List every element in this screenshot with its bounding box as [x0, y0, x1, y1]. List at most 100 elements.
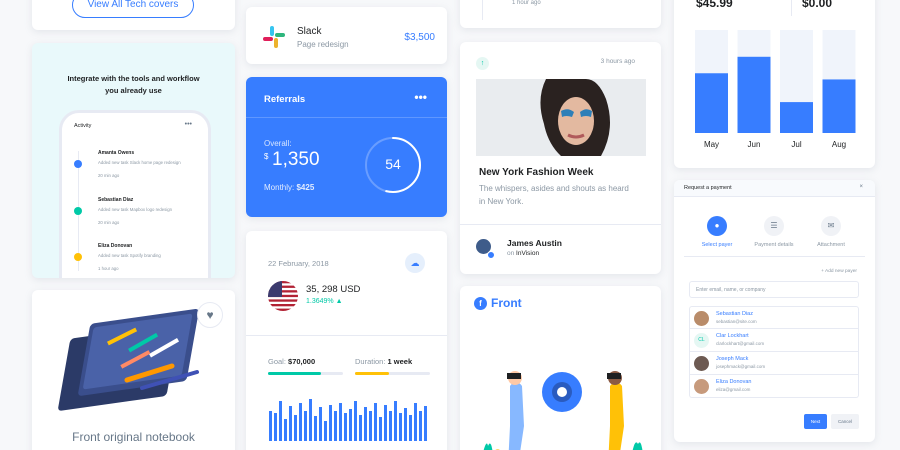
mini-bar — [414, 403, 417, 441]
mini-bar — [394, 401, 397, 441]
integrate-card: Integrate with the tools and workflow yo… — [32, 43, 235, 278]
mini-bar — [384, 405, 387, 441]
slack-amount: $3,500 — [404, 32, 435, 43]
mini-bar — [424, 406, 427, 441]
modal-title: Request a payment — [684, 185, 732, 191]
mini-bar — [349, 409, 352, 441]
author-name[interactable]: James Austin — [507, 238, 562, 248]
avatar — [694, 311, 709, 326]
timeline-dot — [74, 253, 82, 261]
vr-illustration — [483, 371, 643, 450]
payer-search-input[interactable]: Enter email, name, or company — [689, 281, 859, 298]
timeline-dot — [74, 207, 82, 215]
timeline-card-top: 1 hour ago — [460, 0, 661, 28]
duration-label: Duration: 1 week — [355, 357, 413, 366]
step-payment-details[interactable]: ☰ Payment details — [744, 216, 804, 248]
goal-progress-track — [268, 372, 343, 375]
mini-bar — [329, 405, 332, 441]
x-tick-label: Jul — [791, 140, 801, 149]
avatar — [694, 356, 709, 371]
author-platform: on InVision — [507, 250, 540, 257]
payer-row[interactable]: Eliza Donovan eliza@gmail.com — [689, 375, 859, 398]
front-brand-card: f Front — [460, 286, 661, 450]
mini-bar — [304, 411, 307, 441]
slack-name: Slack — [297, 26, 322, 37]
x-tick-label: May — [704, 140, 719, 149]
fashion-article-card[interactable]: ↑ 3 hours ago New York Fashion Week The … — [460, 42, 661, 274]
front-logo-icon: f — [474, 297, 487, 310]
monthly-bar-chart: May Jun Jul Aug — [695, 30, 856, 149]
mini-bar — [299, 403, 302, 441]
mini-bar — [354, 401, 357, 441]
avatar — [694, 379, 709, 394]
mini-bar — [359, 415, 362, 441]
attachment-icon: ✉ — [821, 216, 841, 236]
mini-bar — [344, 413, 347, 441]
mini-bar — [369, 411, 372, 441]
arrow-up-icon: ▲ — [335, 298, 343, 305]
referrals-card: Referrals ••• Overall: $ 1,350 Monthly: … — [246, 77, 447, 217]
slack-card[interactable]: Slack Page redesign $3,500 — [246, 7, 447, 64]
timeline-dot — [74, 160, 82, 168]
step-select-payer[interactable]: ● Select payer — [687, 216, 747, 248]
integrate-title: Integrate with the tools and workflow yo… — [67, 74, 200, 95]
divider — [684, 256, 865, 257]
next-button[interactable]: Next — [804, 414, 827, 429]
phone-mockup: Activity ••• Amanta Owens Added new task… — [59, 110, 211, 278]
notebook-product-card[interactable]: ♥ Front original notebook — [32, 290, 235, 450]
overall-value: 1,350 — [272, 149, 320, 170]
monthly-line: Monthly: $425 — [264, 183, 315, 192]
mini-bar — [284, 419, 287, 441]
verified-badge-icon — [487, 251, 495, 259]
mini-bar — [374, 403, 377, 441]
duration-progress-fill — [355, 372, 389, 375]
mini-bar — [404, 408, 407, 441]
mini-bar — [314, 416, 317, 441]
close-icon[interactable]: × — [859, 184, 863, 190]
ring-value: 54 — [385, 156, 401, 172]
mini-bar — [269, 411, 272, 441]
mini-bar — [364, 407, 367, 441]
currency-card: 22 February, 2018 ☁ 35, 298 USD 1.3649% … — [246, 231, 447, 450]
more-icon: ••• — [184, 121, 192, 128]
divider — [246, 335, 447, 336]
mini-bar — [379, 417, 382, 441]
payer-row[interactable]: CL Clar Lockhart clarlockhart@gmail.com — [689, 329, 859, 352]
tech-covers-card: View All Tech covers — [32, 0, 235, 30]
timeline-line — [482, 0, 483, 20]
step-attachment[interactable]: ✉ Attachment — [801, 216, 861, 248]
mini-bar — [389, 411, 392, 441]
avatar: CL — [694, 333, 709, 348]
goal-label: Goal: $70,000 — [268, 357, 316, 366]
slack-subtitle: Page redesign — [297, 40, 349, 49]
add-new-payer-link[interactable]: + Add new payer — [821, 269, 857, 274]
referrals-title: Referrals — [264, 94, 306, 105]
mini-bar — [309, 399, 312, 441]
bar-jul — [780, 102, 813, 133]
bar-jun — [737, 56, 771, 133]
cancel-button[interactable]: Cancel — [831, 414, 859, 429]
currency-amount: 35, 298 USD — [306, 284, 361, 295]
mini-bar — [279, 401, 282, 441]
user-icon: ● — [707, 216, 727, 236]
more-icon[interactable]: ••• — [414, 90, 427, 104]
bar-may — [695, 73, 728, 133]
mini-bar — [289, 406, 292, 441]
payer-row[interactable]: Sebastian Diaz sebastian@site.com — [689, 306, 859, 329]
heart-icon[interactable]: ♥ — [197, 302, 223, 328]
monthly-bars-card: $45.99 $0.00 May Jun Jul Aug — [674, 0, 875, 168]
overall-label: Overall: — [264, 139, 292, 148]
mini-bar — [399, 413, 402, 441]
arrow-up-icon: ↑ — [476, 57, 489, 70]
article-title[interactable]: New York Fashion Week — [479, 167, 593, 178]
phone-title: Activity — [74, 123, 92, 129]
payer-row[interactable]: Joseph Mack josephmack@gmail.com — [689, 352, 859, 375]
notebook-title[interactable]: Front original notebook — [32, 430, 235, 444]
modal-header: Request a payment × — [674, 180, 875, 197]
currency-symbol: $ — [264, 152, 269, 161]
upload-cloud-icon[interactable]: ☁ — [405, 253, 425, 273]
mini-bar — [409, 415, 412, 441]
mini-bar — [294, 415, 297, 441]
view-all-tech-covers-button[interactable]: View All Tech covers — [72, 0, 194, 18]
mini-bar — [319, 407, 322, 441]
